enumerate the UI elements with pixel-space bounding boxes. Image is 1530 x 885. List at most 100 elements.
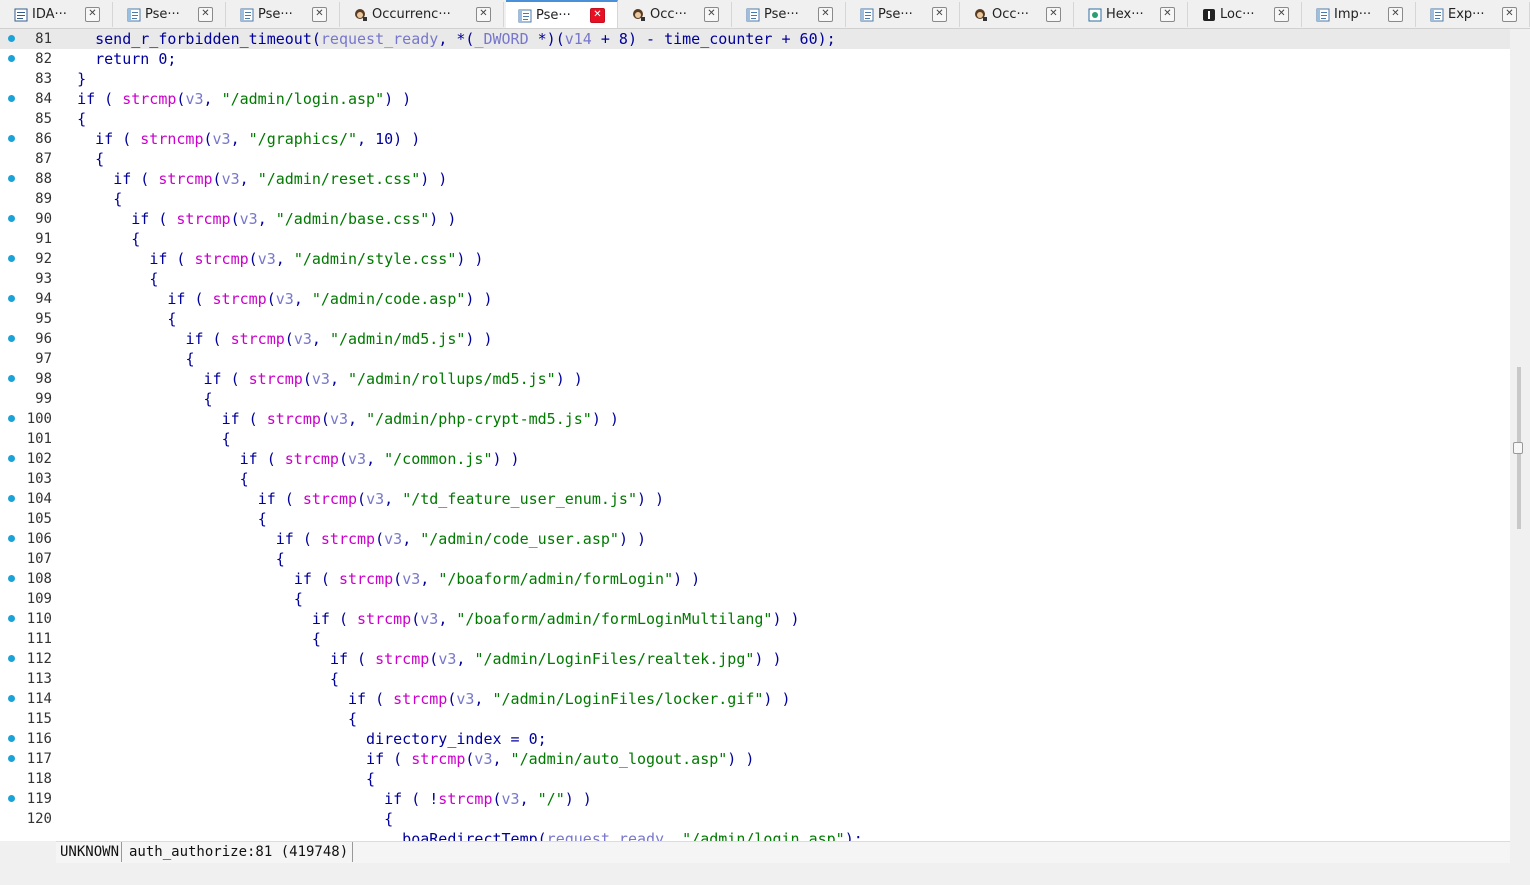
code-token[interactable]: v14 <box>565 30 592 48</box>
code-line[interactable]: 120 { <box>0 809 1510 829</box>
code-token[interactable]: _DWORD <box>474 30 528 48</box>
close-icon[interactable]: ✕ <box>1388 7 1403 22</box>
code-line[interactable]: 103 { <box>0 469 1510 489</box>
code-token[interactable]: strcmp <box>267 410 321 428</box>
code-line[interactable]: 112 if ( strcmp(v3, "/admin/LoginFiles/r… <box>0 649 1510 669</box>
code-token[interactable]: "/admin/login.asp" <box>222 90 385 108</box>
code-token[interactable]: v3 <box>222 170 240 188</box>
breakpoint-marker-icon[interactable] <box>8 495 15 502</box>
code-line[interactable]: 93 { <box>0 269 1510 289</box>
tab-5[interactable]: Pse··· ✕ <box>506 0 618 28</box>
code-line[interactable]: 92 if ( strcmp(v3, "/admin/style.css") ) <box>0 249 1510 269</box>
code-token[interactable]: "/boaform/admin/formLoginMultilang" <box>456 610 772 628</box>
code-token[interactable]: v3 <box>312 370 330 388</box>
tab-2[interactable]: Pse··· ✕ <box>115 2 226 27</box>
code-line[interactable]: 106 if ( strcmp(v3, "/admin/code_user.as… <box>0 529 1510 549</box>
code-line[interactable]: 116 directory_index = 0; <box>0 729 1510 749</box>
code-token[interactable]: request_ready <box>547 830 664 841</box>
code-line[interactable]: 88 if ( strcmp(v3, "/admin/reset.css") ) <box>0 169 1510 189</box>
code-line[interactable]: 96 if ( strcmp(v3, "/admin/md5.js") ) <box>0 329 1510 349</box>
code-line[interactable]: 104 if ( strcmp(v3, "/td_feature_user_en… <box>0 489 1510 509</box>
code-line[interactable]: 99 { <box>0 389 1510 409</box>
breakpoint-marker-icon[interactable] <box>8 535 15 542</box>
code-line[interactable]: 90 if ( strcmp(v3, "/admin/base.css") ) <box>0 209 1510 229</box>
tab-13[interactable]: Exp··· ✕ <box>1418 2 1530 27</box>
code-token[interactable]: "/admin/auto_logout.asp" <box>511 750 728 768</box>
code-token[interactable]: v3 <box>456 690 474 708</box>
breakpoint-marker-icon[interactable] <box>8 95 15 102</box>
code-token[interactable]: "/td_feature_user_enum.js" <box>402 490 637 508</box>
close-icon[interactable]: ✕ <box>704 7 719 22</box>
code-line[interactable]: 87 { <box>0 149 1510 169</box>
code-line[interactable]: 95 { <box>0 309 1510 329</box>
breakpoint-marker-icon[interactable] <box>8 455 15 462</box>
tab-11[interactable]: Loc··· ✕ <box>1190 2 1302 27</box>
breakpoint-marker-icon[interactable] <box>8 215 15 222</box>
breakpoint-marker-icon[interactable] <box>8 575 15 582</box>
code-line[interactable]: 118 { <box>0 769 1510 789</box>
code-line[interactable]: 98 if ( strcmp(v3, "/admin/rollups/md5.j… <box>0 369 1510 389</box>
close-icon[interactable]: ✕ <box>932 7 947 22</box>
code-token[interactable]: request_ready <box>321 30 438 48</box>
code-token[interactable]: "/common.js" <box>384 450 492 468</box>
code-token[interactable]: v3 <box>240 210 258 228</box>
breakpoint-marker-icon[interactable] <box>8 695 15 702</box>
tab-6[interactable]: Occ··· ✕ <box>620 2 732 27</box>
code-token[interactable]: v3 <box>185 90 203 108</box>
scrollbar-thumb[interactable] <box>1513 442 1523 454</box>
code-line[interactable]: 82 return 0; <box>0 49 1510 69</box>
close-icon[interactable]: ✕ <box>312 7 327 22</box>
breakpoint-marker-icon[interactable] <box>8 795 15 802</box>
code-token[interactable]: "/boaform/admin/formLogin" <box>438 570 673 588</box>
breakpoint-marker-icon[interactable] <box>8 35 15 42</box>
code-token[interactable]: v3 <box>402 570 420 588</box>
code-token[interactable]: strcmp <box>303 490 357 508</box>
code-token[interactable]: strcmp <box>231 330 285 348</box>
code-token[interactable]: v3 <box>384 530 402 548</box>
code-line[interactable]: 119 if ( !strcmp(v3, "/") ) <box>0 789 1510 809</box>
code-token[interactable]: v3 <box>348 450 366 468</box>
code-token[interactable]: "/admin/LoginFiles/locker.gif" <box>492 690 763 708</box>
code-line[interactable]: 108 if ( strcmp(v3, "/boaform/admin/form… <box>0 569 1510 589</box>
breakpoint-marker-icon[interactable] <box>8 615 15 622</box>
code-line[interactable]: 83 } <box>0 69 1510 89</box>
code-line[interactable]: 105 { <box>0 509 1510 529</box>
code-token[interactable]: strcmp <box>375 650 429 668</box>
code-token[interactable]: "/admin/code_user.asp" <box>420 530 619 548</box>
tab-1[interactable]: IDA··· ✕ <box>2 2 113 27</box>
code-line[interactable]: 113 { <box>0 669 1510 689</box>
code-token[interactable]: "/admin/php-crypt-md5.js" <box>366 410 592 428</box>
code-token[interactable]: send_r_forbidden_timeout <box>95 30 312 48</box>
code-line[interactable]: 102 if ( strcmp(v3, "/common.js") ) <box>0 449 1510 469</box>
code-line[interactable]: 84 if ( strcmp(v3, "/admin/login.asp") ) <box>0 89 1510 109</box>
code-line[interactable]: 101 { <box>0 429 1510 449</box>
close-icon[interactable]: ✕ <box>85 7 100 22</box>
breakpoint-marker-icon[interactable] <box>8 295 15 302</box>
code-line[interactable]: 94 if ( strcmp(v3, "/admin/code.asp") ) <box>0 289 1510 309</box>
close-icon[interactable]: ✕ <box>1274 7 1289 22</box>
code-token[interactable]: "/admin/base.css" <box>276 210 430 228</box>
close-icon[interactable]: ✕ <box>590 8 605 23</box>
vertical-scrollbar[interactable] <box>1510 29 1530 841</box>
code-token[interactable]: "/admin/rollups/md5.js" <box>348 370 556 388</box>
code-token[interactable]: strncmp <box>140 130 203 148</box>
breakpoint-marker-icon[interactable] <box>8 55 15 62</box>
code-token[interactable]: strcmp <box>194 250 248 268</box>
code-line[interactable]: 100 if ( strcmp(v3, "/admin/php-crypt-md… <box>0 409 1510 429</box>
code-token[interactable]: v3 <box>502 790 520 808</box>
tab-7[interactable]: Pse··· ✕ <box>734 2 846 27</box>
code-token[interactable]: time_counter <box>664 30 772 48</box>
code-token[interactable]: "/admin/reset.css" <box>258 170 421 188</box>
code-token[interactable]: directory_index <box>366 730 501 748</box>
code-line[interactable]: 109 { <box>0 589 1510 609</box>
tab-8[interactable]: Pse··· ✕ <box>848 2 960 27</box>
tab-3[interactable]: Pse··· ✕ <box>228 2 340 27</box>
tab-10[interactable]: Hex··· ✕ <box>1076 2 1188 27</box>
close-icon[interactable]: ✕ <box>198 7 213 22</box>
code-token[interactable]: v3 <box>438 650 456 668</box>
code-token[interactable]: strcmp <box>249 370 303 388</box>
code-token[interactable]: "/admin/code.asp" <box>312 290 466 308</box>
code-line[interactable]: 110 if ( strcmp(v3, "/boaform/admin/form… <box>0 609 1510 629</box>
close-icon[interactable]: ✕ <box>1502 7 1517 22</box>
code-line[interactable]: 115 { <box>0 709 1510 729</box>
